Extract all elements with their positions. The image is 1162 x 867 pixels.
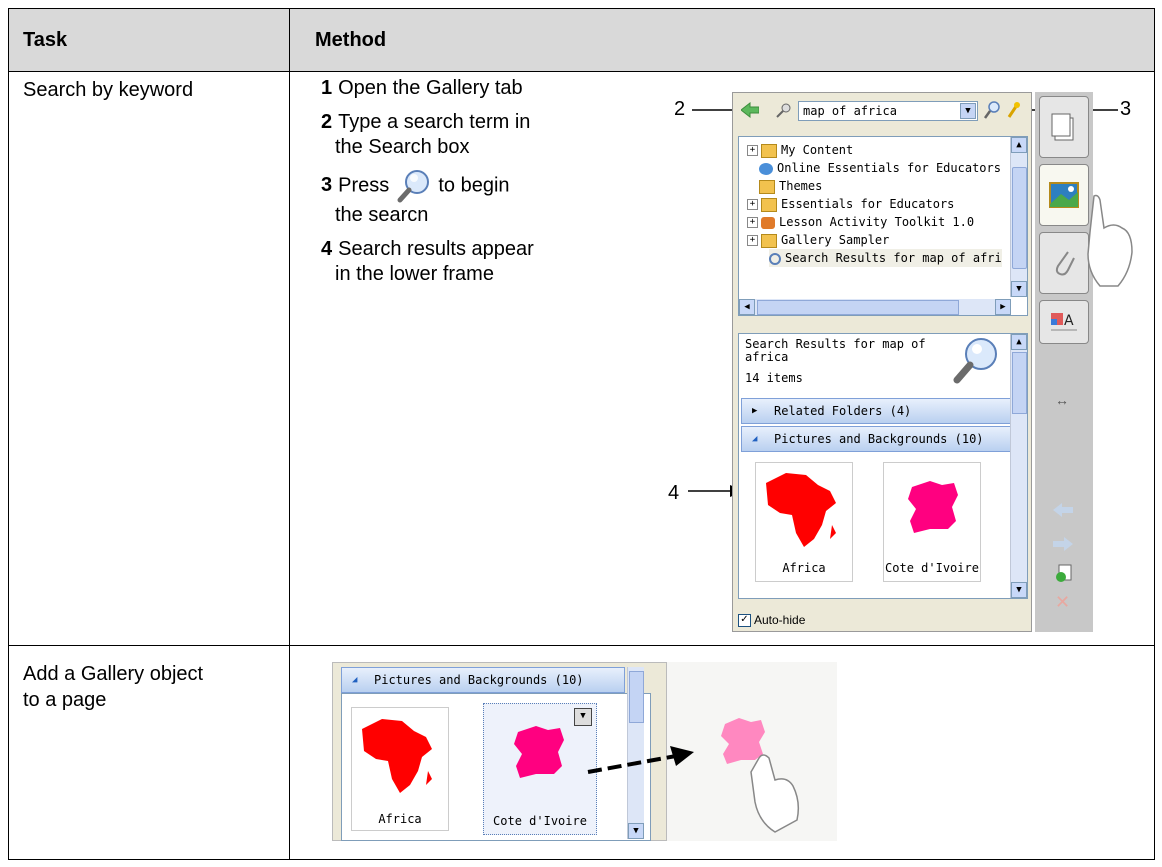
results-title: Search Results for map of africa 14 item… [745, 337, 926, 385]
scroll-down-button[interactable]: ▼ [628, 823, 644, 839]
tab-properties[interactable]: A [1039, 300, 1089, 344]
step-2: 2 Type a search term in the Search box [321, 111, 531, 158]
callout-4: 4 [668, 482, 680, 504]
tab-page-sorter[interactable] [1039, 96, 1089, 158]
back-arrow-icon[interactable] [1053, 502, 1073, 523]
side-tab-strip: A ↔ ✕ [1035, 92, 1093, 632]
folder-icon [759, 179, 775, 194]
header-method: Method [315, 29, 387, 51]
collapse-arrow-icon: ◢ [352, 675, 358, 685]
scroll-right-button[interactable]: ▶ [995, 299, 1011, 315]
tree-item-search-results[interactable]: Search Results for map of afri [769, 249, 1002, 267]
gallery-picture-icon [1049, 182, 1079, 208]
section-pictures-backgrounds[interactable]: ◢ Pictures and Backgrounds (10) [341, 667, 625, 693]
gallery-item-cote-divoire[interactable]: Cote d'Ivoire [883, 462, 981, 582]
table-header: Task Method [9, 9, 1154, 72]
task-add-gallery-object-line1: Add a Gallery object [23, 663, 204, 685]
callout-2: 2 [674, 98, 686, 120]
scroll-up-button[interactable]: ▲ [1011, 334, 1027, 350]
search-results-pane: Search Results for map of africa 14 item… [738, 333, 1028, 599]
globe-icon [759, 162, 773, 175]
tree-item-my-content[interactable]: + My Content [747, 141, 853, 159]
item-label: Africa [378, 812, 422, 826]
gallery-panel: map of africa ▼ + My Content Online Essen… [732, 92, 1032, 632]
svg-text:A: A [1064, 313, 1074, 329]
autohide-checkbox[interactable]: ✓ Auto-hide [738, 613, 805, 628]
magnifier-icon [395, 169, 433, 203]
pointing-hand-icon [750, 754, 800, 833]
task-search-by-keyword: Search by keyword [23, 79, 194, 101]
check-icon: ✓ [738, 614, 751, 628]
scroll-thumb[interactable] [1012, 352, 1027, 414]
search-input[interactable]: map of africa ▼ [798, 101, 978, 121]
task-add-gallery-object-line2: to a page [23, 689, 107, 711]
page-icon [1051, 113, 1074, 141]
gallery-tree: + My Content Online Essentials for Educat… [738, 136, 1028, 316]
add-page-icon[interactable] [1055, 564, 1073, 587]
row-divider [9, 645, 1154, 646]
item-label: Africa [782, 561, 826, 575]
scroll-left-button[interactable]: ◀ [739, 299, 755, 315]
gallery-item-africa[interactable]: Africa [351, 707, 449, 831]
folder-star-icon [761, 143, 777, 158]
cote-divoire-map-icon [908, 481, 958, 533]
gallery-item-cote-divoire-selected[interactable]: ▼ Cote d'Ivoire [483, 703, 597, 835]
method-steps: 1 Open the Gallery tab 2 Type a search ter… [321, 76, 621, 296]
tree-scrollbar[interactable]: ▲ ▼ [1010, 137, 1027, 297]
gallery-toolbar: map of africa ▼ [733, 93, 1031, 127]
collapse-arrow-icon: ◢ [752, 434, 758, 444]
africa-map-icon [362, 719, 432, 793]
item-label: Cote d'Ivoire [885, 561, 979, 575]
tree-hscrollbar[interactable]: ◀ ▶ [739, 299, 1011, 315]
step-4: 4 Search results appear in the lower frame [321, 238, 534, 285]
scroll-down-button[interactable]: ▼ [1011, 582, 1027, 598]
search-tool-icon [775, 102, 793, 121]
hscroll-thumb[interactable] [757, 300, 959, 315]
scroll-thumb[interactable] [1012, 167, 1027, 269]
move-sidebar-icon[interactable]: ↔ [1055, 392, 1069, 408]
magnifier-icon [951, 336, 1001, 387]
step-1: 1 Open the Gallery tab [321, 77, 523, 99]
tree-item-gallery-sampler[interactable]: + Gallery Sampler [747, 231, 889, 249]
folder-icon [761, 197, 777, 212]
tree-item-themes[interactable]: Themes [759, 177, 822, 195]
paperclip-icon [1055, 251, 1075, 276]
back-arrow-icon[interactable] [740, 101, 760, 121]
africa-map-icon [766, 473, 836, 547]
callout-3: 3 [1120, 98, 1132, 120]
section-pictures-backgrounds[interactable]: ◢ Pictures and Backgrounds (10) [741, 426, 1011, 452]
folder-icon [761, 233, 777, 248]
tree-item-online-essentials[interactable]: Online Essentials for Educators [759, 159, 1001, 177]
pointing-hand-icon [1087, 194, 1133, 287]
step-3: 3 Press to begin the searcn [321, 169, 621, 228]
magnifier-icon [769, 252, 781, 265]
drag-arrow-icon [587, 746, 694, 774]
header-task: Task [23, 29, 68, 51]
chevron-down-icon[interactable]: ▼ [960, 103, 976, 119]
gallery-item-africa[interactable]: Africa [755, 462, 853, 582]
search-button[interactable] [983, 100, 1001, 123]
expand-arrow-icon: ▶ [752, 406, 758, 416]
scroll-up-button[interactable]: ▲ [1011, 137, 1027, 153]
people-icon [761, 216, 775, 229]
scroll-thumb[interactable] [629, 671, 644, 723]
scroll-down-button[interactable]: ▼ [1011, 281, 1027, 297]
tree-item-lesson-toolkit[interactable]: + Lesson Activity Toolkit 1.0 [747, 213, 974, 231]
item-label: Cote d'Ivoire [493, 814, 587, 828]
item-menu-button[interactable]: ▼ [574, 708, 592, 726]
properties-icon: A [1051, 313, 1077, 331]
section-related-folders[interactable]: ▶ Related Folders (4) [741, 398, 1011, 424]
help-icon[interactable] [1005, 101, 1021, 122]
results-scrollbar[interactable]: ▲ ▼ [1010, 334, 1027, 598]
forward-arrow-icon[interactable] [1053, 536, 1073, 557]
delete-icon[interactable]: ✕ [1055, 592, 1070, 613]
tree-item-essentials[interactable]: + Essentials for Educators [747, 195, 954, 213]
column-divider [289, 9, 290, 859]
